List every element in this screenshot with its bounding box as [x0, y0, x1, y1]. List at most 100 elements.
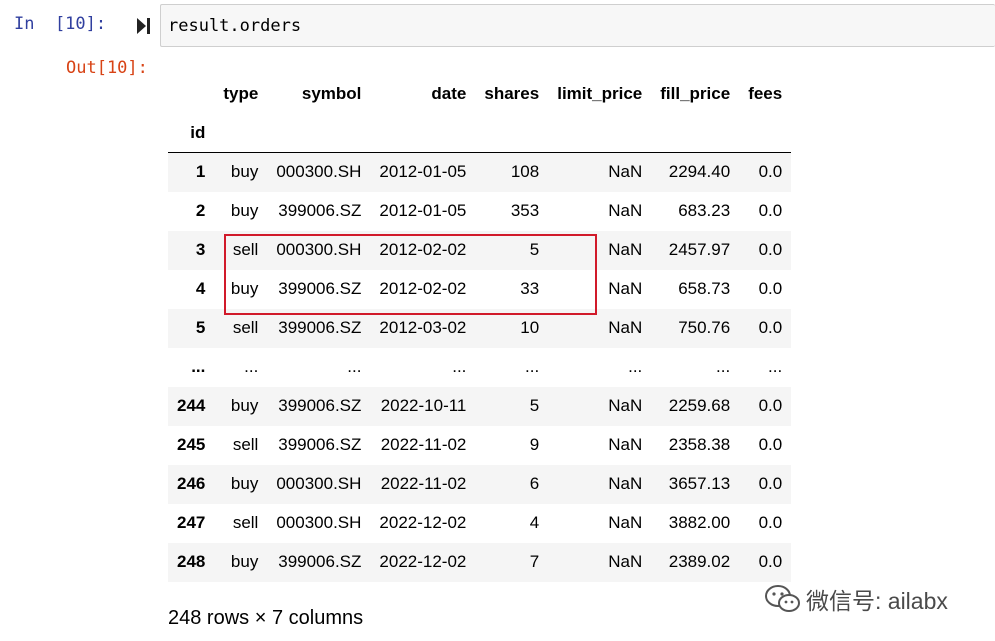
cell-fill-price: 2259.68 — [668, 396, 731, 415]
cell-date: 2022-11-02 — [380, 474, 467, 493]
table-row: 246 buy 000300.SH 2022-11-02 6 NaN 3657.13 0.0 — [168, 464, 792, 504]
row-index: 246 — [177, 474, 206, 493]
column-header-symbol: symbol — [301, 84, 362, 103]
cell-fill-price: 3657.13 — [668, 474, 731, 493]
cell-fees: 0.0 — [758, 279, 783, 298]
column-header-row: type symbol date shares limit_price fill_pric… — [168, 75, 791, 113]
index-row-blank — [370, 113, 476, 153]
table-row: 248 buy 399006.SZ 2022-12-02 7 NaN 2389.02 0.0 — [168, 542, 792, 582]
cell-limit-price: NaN — [608, 474, 643, 493]
cell-symbol: 399006.SZ — [278, 552, 362, 571]
row-index: ... — [191, 357, 206, 376]
cell-symbol: 399006.SZ — [278, 201, 362, 220]
cell-symbol: 000300.SH — [276, 513, 362, 532]
column-header-fees: fees — [748, 84, 783, 103]
cell-fill-price: 2358.38 — [668, 435, 731, 454]
cell-date: 2012-01-05 — [379, 162, 467, 182]
cell-limit-price: ... — [628, 357, 643, 376]
cell-fill-price: 3882.00 — [668, 513, 731, 532]
cell-shares: 4 — [529, 513, 540, 532]
cell-date: ... — [452, 357, 467, 376]
cell-fill-price: 2294.40 — [668, 162, 731, 182]
index-row-blank — [651, 113, 740, 153]
cell-type: sell — [232, 513, 259, 532]
index-row-blank — [214, 113, 268, 153]
index-row-blank — [267, 113, 371, 153]
cell-type: buy — [230, 552, 259, 571]
column-header-fill-price: fill_price — [660, 84, 731, 103]
column-header-limit-price: limit_price — [557, 84, 643, 103]
cell-shares: 108 — [510, 162, 540, 182]
row-index: 3 — [195, 240, 206, 259]
cell-limit-price: NaN — [608, 201, 643, 220]
cell-symbol: 399006.SZ — [278, 396, 362, 415]
output-prompt: Out[10]: — [66, 58, 148, 78]
cell-fill-price: ... — [716, 357, 731, 376]
cell-shares: 5 — [529, 396, 540, 415]
watermark-text: 微信号: ailabx — [806, 588, 948, 614]
highlight-rectangle — [224, 234, 597, 315]
dataframe-table: type symbol date shares limit_price fill_pric… — [168, 75, 792, 582]
table-row: 245 sell 399006.SZ 2022-11-02 9 NaN 2358.38 0.0 — [168, 425, 792, 465]
cell-fees: 0.0 — [758, 513, 783, 532]
cell-fees: 0.0 — [758, 435, 783, 454]
cell-fill-price: 750.76 — [678, 318, 731, 337]
cell-fees: 0.0 — [758, 552, 783, 571]
cell-symbol: 399006.SZ — [278, 435, 362, 454]
cell-date: 2022-12-02 — [379, 513, 467, 532]
cell-symbol: 000300.SH — [276, 162, 362, 182]
cell-limit-price: NaN — [608, 435, 643, 454]
cell-fill-price: 2457.97 — [668, 240, 731, 259]
cell-shares: 9 — [529, 435, 540, 454]
table-row: 2 buy 399006.SZ 2012-01-05 353 NaN 683.23 0.0 — [168, 191, 792, 231]
table-row: 244 buy 399006.SZ 2022-10-11 5 NaN 2259.68 0.0 — [168, 386, 792, 426]
cell-fill-price: 2389.02 — [668, 552, 731, 571]
cell-fill-price: 658.73 — [678, 279, 731, 298]
column-header-shares: shares — [484, 84, 540, 103]
cell-symbol: ... — [347, 357, 362, 376]
cell-limit-price: NaN — [608, 162, 643, 182]
cell-date: 2012-01-05 — [379, 201, 467, 220]
wechat-icon — [765, 585, 800, 612]
code-input-cell[interactable]: result.orders — [160, 4, 995, 47]
row-index: 4 — [195, 279, 206, 298]
index-row-blank — [739, 113, 792, 153]
column-header-type: type — [223, 84, 259, 103]
index-row-blank — [475, 113, 549, 153]
cell-fees: 0.0 — [758, 396, 783, 415]
cell-type: buy — [230, 396, 259, 415]
column-header-date: date — [431, 84, 467, 103]
cell-fees: 0.0 — [758, 201, 783, 220]
cell-fill-price: 683.23 — [678, 201, 731, 220]
cell-type: buy — [230, 162, 259, 182]
cell-type: buy — [230, 474, 259, 493]
row-index: 244 — [177, 396, 206, 415]
cell-fees: 0.0 — [758, 240, 783, 259]
cell-limit-price: NaN — [608, 396, 643, 415]
cell-limit-price: NaN — [608, 513, 643, 532]
index-name-row: id — [168, 113, 792, 153]
table-row: ........................ — [168, 347, 792, 387]
row-index: 248 — [177, 552, 206, 571]
table-row: 1 buy 000300.SH 2012-01-05 108 NaN 2294.40 0.0 — [168, 152, 792, 192]
watermark: 微信号: ailabx — [764, 582, 948, 616]
code-text: result.orders — [168, 16, 302, 36]
cell-fees: ... — [768, 357, 783, 376]
cell-fees: 0.0 — [758, 162, 783, 182]
index-header-blank — [168, 75, 214, 113]
cell-shares: ... — [525, 357, 540, 376]
cell-shares: 6 — [529, 474, 540, 493]
table-summary: 248 rows × 7 columns — [168, 607, 364, 629]
cell-limit-price: NaN — [608, 552, 643, 571]
table-row: 247 sell 000300.SH 2022-12-02 4 NaN 3882.00 0.0 — [168, 503, 792, 543]
cell-type: ... — [244, 357, 259, 376]
cell-shares: 353 — [510, 201, 540, 220]
cell-symbol: 000300.SH — [276, 474, 362, 493]
row-index: 1 — [195, 162, 206, 182]
cell-date: 2022-11-02 — [380, 435, 467, 454]
table-body: 1 buy 000300.SH 2012-01-05 108 NaN 2294.40 0.0 2… — [168, 152, 792, 582]
row-index: 247 — [177, 513, 206, 532]
cell-fees: 0.0 — [758, 318, 783, 337]
cell-date: 2022-10-11 — [380, 396, 467, 415]
run-cell-icon[interactable] — [136, 17, 152, 35]
